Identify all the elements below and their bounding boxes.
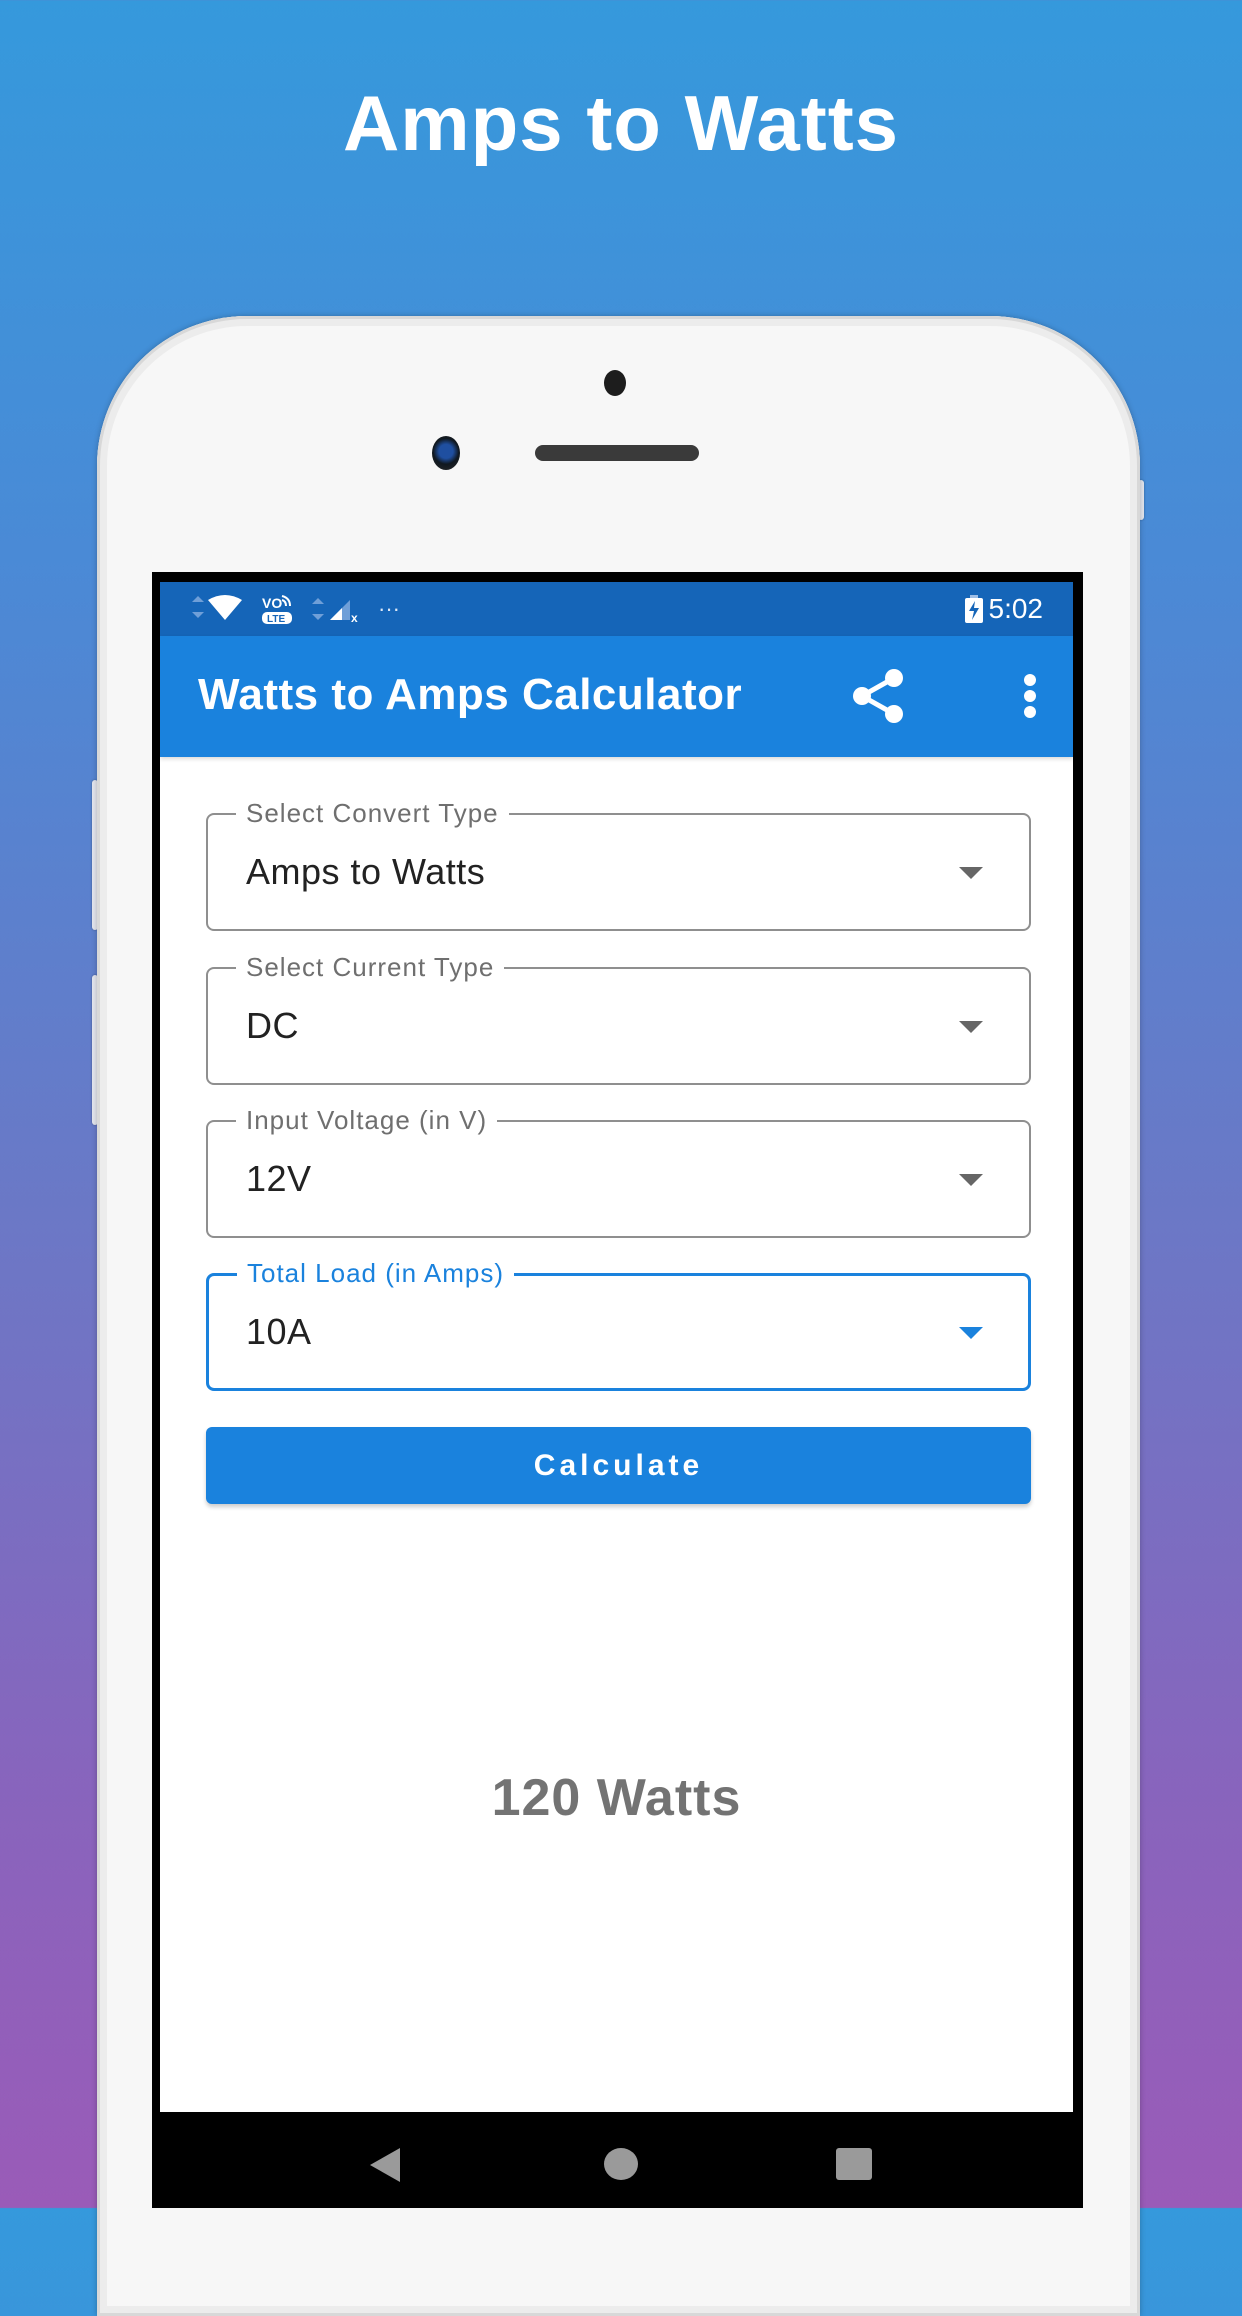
share-icon	[853, 669, 903, 723]
input-voltage-select[interactable]: Input Voltage (in V) 12V	[206, 1105, 1031, 1238]
status-time: 5:02	[988, 593, 1044, 624]
total-load-label: Total Load (in Amps)	[237, 1258, 515, 1289]
input-voltage-value: 12V	[246, 1158, 312, 1199]
app-bar: Watts to Amps Calculator	[160, 636, 1073, 757]
volte-icon: VO LTE	[262, 595, 292, 625]
dropdown-arrow-icon	[959, 1174, 983, 1186]
current-type-value: DC	[246, 1005, 299, 1046]
more-vert-icon	[1024, 674, 1036, 718]
svg-text:LTE: LTE	[267, 614, 285, 625]
recents-icon[interactable]	[836, 2148, 872, 2180]
convert-type-value: Amps to Watts	[246, 851, 486, 892]
home-icon[interactable]	[604, 2148, 638, 2180]
wifi-icon	[192, 595, 242, 620]
battery-charging-icon	[964, 595, 983, 623]
dropdown-arrow-icon	[959, 1327, 983, 1339]
signal-icon: x	[312, 598, 358, 624]
promo-title: Amps to Watts	[342, 79, 900, 167]
convert-type-select[interactable]: Select Convert Type Amps to Watts	[206, 798, 1031, 931]
calculate-button[interactable]: Calculate	[206, 1427, 1031, 1504]
app-screen: VO LTE x ··· 5:02 Watts to Amps Calculat…	[160, 582, 1073, 2112]
earpiece-speaker	[535, 445, 699, 461]
current-type-label: Select Current Type	[236, 952, 505, 983]
status-overflow-dots: ···	[378, 596, 400, 621]
svg-text:VO: VO	[262, 595, 282, 611]
back-icon[interactable]	[370, 2148, 400, 2182]
result-text: 120 Watts	[491, 1769, 742, 1827]
current-type-select[interactable]: Select Current Type DC	[206, 952, 1031, 1085]
app-title: Watts to Amps Calculator	[198, 670, 743, 719]
input-voltage-label: Input Voltage (in V)	[236, 1105, 498, 1136]
share-button[interactable]	[850, 664, 910, 728]
more-options-button[interactable]	[1010, 664, 1050, 728]
dropdown-arrow-icon	[959, 1021, 983, 1033]
front-camera-icon	[432, 436, 460, 470]
total-load-select[interactable]: Total Load (in Amps) 10A	[206, 1258, 1031, 1391]
convert-type-label: Select Convert Type	[236, 798, 509, 829]
status-bar: VO LTE x ··· 5:02	[160, 582, 1073, 636]
navigation-bar	[152, 2112, 1083, 2208]
proximity-sensor	[604, 370, 626, 396]
total-load-value: 10A	[246, 1311, 312, 1352]
svg-text:x: x	[351, 611, 358, 624]
dropdown-arrow-icon	[959, 867, 983, 879]
